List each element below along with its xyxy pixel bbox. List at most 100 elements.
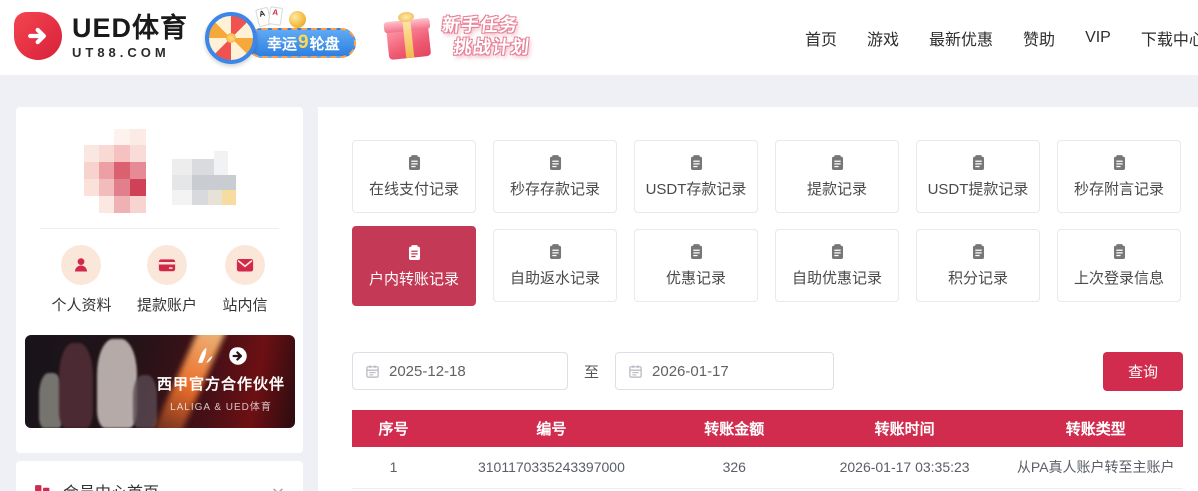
tab-online-payment-records[interactable]: 在线支付记录	[352, 140, 476, 213]
quick-link-profile[interactable]: 个人资料	[51, 245, 111, 315]
quick-links: 个人资料 提款账户 站内信	[16, 245, 303, 315]
tab-self-promotion-records[interactable]: 自助优惠记录	[775, 229, 899, 302]
record-tabs: 在线支付记录 秒存存款记录 USDT存款记录 提款记录 USDT提款记录 秒存附…	[352, 140, 1181, 306]
transfer-records-table: 序号 编号 转账金额 转账时间 转账类型 1 31011703352433970…	[352, 410, 1183, 489]
clipboard-icon	[406, 244, 423, 261]
site-title: UED体育	[72, 13, 188, 43]
clipboard-icon	[688, 243, 705, 260]
column-header-amount: 转账金额	[668, 410, 801, 447]
newbie-task-line1: 新手任务	[441, 14, 533, 36]
clipboard-icon	[829, 243, 846, 260]
tab-label: USDT存款记录	[646, 178, 747, 199]
tab-quick-deposit-memo-records[interactable]: 秒存附言记录	[1057, 140, 1181, 213]
column-header-time: 转账时间	[801, 410, 1009, 447]
quick-link-withdraw-account[interactable]: 提款账户	[137, 245, 197, 315]
tab-quick-deposit-records[interactable]: 秒存存款记录	[493, 140, 617, 213]
tab-last-login-info[interactable]: 上次登录信息	[1057, 229, 1181, 302]
dashboard-grid-icon	[34, 483, 51, 491]
quick-link-messages[interactable]: 站内信	[222, 245, 267, 315]
quick-link-label: 提款账户	[137, 294, 197, 315]
calendar-icon	[365, 364, 380, 379]
tab-label: 秒存附言记录	[1074, 178, 1164, 199]
column-header-index: 序号	[352, 410, 435, 447]
gold-coin-icon	[289, 11, 306, 28]
clipboard-icon	[1111, 154, 1128, 171]
tab-self-rebate-records[interactable]: 自助返水记录	[493, 229, 617, 302]
records-panel: 在线支付记录 秒存存款记录 USDT存款记录 提款记录 USDT提款记录 秒存附…	[318, 107, 1198, 491]
tab-points-records[interactable]: 积分记录	[916, 229, 1040, 302]
banner-subtitle: LALIGA & UED体育	[157, 398, 285, 413]
clipboard-icon	[688, 154, 705, 171]
laliga-partner-banner[interactable]: 西甲官方合作伙伴 LALIGA & UED体育	[25, 335, 295, 428]
nav-item-sponsorship[interactable]: 赞助	[1023, 26, 1055, 50]
clipboard-icon	[406, 154, 423, 171]
tab-label: 户内转账记录	[369, 268, 459, 289]
clipboard-icon	[970, 154, 987, 171]
sidebar-item-member-center[interactable]: 会员中心首页	[16, 461, 303, 491]
player-silhouette	[59, 343, 93, 428]
table-header-row: 序号 编号 转账金额 转账时间 转账类型	[352, 410, 1183, 447]
cell-ref: 3101170335243397000	[435, 447, 668, 488]
cell-time: 2026-01-17 03:35:23	[801, 447, 1009, 488]
sidebar-item-label: 会员中心首页	[63, 479, 159, 491]
banner-title: 西甲官方合作伙伴	[157, 373, 285, 394]
calendar-icon	[628, 364, 643, 379]
tab-label: 积分记录	[948, 267, 1008, 288]
tab-usdt-withdrawal-records[interactable]: USDT提款记录	[916, 140, 1040, 213]
logo-arrow-icon	[14, 12, 62, 60]
tab-label: 在线支付记录	[369, 178, 459, 199]
tab-withdrawal-records[interactable]: 提款记录	[775, 140, 899, 213]
avatar	[84, 129, 236, 215]
player-silhouette	[97, 339, 137, 428]
divider	[40, 228, 279, 229]
search-button[interactable]: 查询	[1103, 352, 1183, 391]
lucky-wheel-prefix: 幸运	[267, 33, 297, 54]
tab-promotion-records[interactable]: 优惠记录	[634, 229, 758, 302]
chevron-down-icon	[271, 484, 285, 491]
site-logo[interactable]: UED体育 UT88.COM	[14, 12, 188, 60]
nav-item-vip[interactable]: VIP	[1085, 29, 1111, 47]
profile-card: 个人资料 提款账户 站内信 西甲官方合作伙伴 LALIGA & UED体	[16, 107, 303, 453]
date-range-to-label: 至	[584, 361, 599, 382]
tab-label: 优惠记录	[666, 267, 726, 288]
clipboard-icon	[1111, 243, 1128, 260]
nav-item-promotions[interactable]: 最新优惠	[929, 26, 993, 50]
laliga-logo-icon	[194, 345, 216, 367]
clipboard-icon	[547, 154, 564, 171]
tab-internal-transfer-records[interactable]: 户内转账记录	[352, 226, 476, 306]
tab-label: 自助返水记录	[510, 267, 600, 288]
nav-item-games[interactable]: 游戏	[867, 26, 899, 50]
banner-content: 西甲官方合作伙伴 LALIGA & UED体育	[157, 345, 285, 413]
clipboard-icon	[547, 243, 564, 260]
newbie-task-line2: 挑战计划	[453, 36, 531, 58]
roulette-wheel-icon	[205, 12, 257, 64]
cell-type: 从PA真人账户转至主账户	[1008, 447, 1183, 488]
ued-logo-icon	[228, 346, 248, 366]
lucky-wheel-number: 9	[298, 32, 309, 54]
nav-item-home[interactable]: 首页	[805, 26, 837, 50]
site-domain: UT88.COM	[72, 45, 188, 60]
end-date-value: 2026-01-17	[652, 363, 729, 380]
lucky-wheel-label: 幸运9轮盘	[247, 28, 356, 58]
player-silhouette	[133, 375, 157, 428]
start-date-input[interactable]: 2025-12-18	[352, 352, 568, 390]
cell-index: 1	[352, 447, 435, 488]
tab-label: 自助优惠记录	[792, 267, 882, 288]
user-icon	[61, 245, 101, 285]
cell-amount: 326	[668, 447, 801, 488]
tab-label: 提款记录	[807, 178, 867, 199]
end-date-input[interactable]: 2026-01-17	[615, 352, 834, 390]
column-header-type: 转账类型	[1008, 410, 1183, 447]
lucky-wheel-banner[interactable]: A A 幸运9轮盘	[205, 8, 370, 68]
tab-label: 上次登录信息	[1074, 267, 1164, 288]
tab-label: 秒存存款记录	[510, 178, 600, 199]
lucky-wheel-suffix: 轮盘	[310, 33, 340, 54]
newbie-task-banner[interactable]: 新手任务 挑战计划	[385, 6, 575, 70]
logo-text: UED体育 UT88.COM	[72, 13, 188, 60]
top-header: UED体育 UT88.COM A A 幸运9轮盘 新手任务 挑战计划 首页 游戏…	[0, 0, 1198, 75]
nav-item-download[interactable]: 下载中心	[1141, 26, 1198, 50]
date-filter: 2025-12-18 至 2026-01-17	[352, 352, 834, 390]
quick-link-label: 个人资料	[51, 294, 111, 315]
tab-usdt-deposit-records[interactable]: USDT存款记录	[634, 140, 758, 213]
bank-card-icon	[147, 245, 187, 285]
